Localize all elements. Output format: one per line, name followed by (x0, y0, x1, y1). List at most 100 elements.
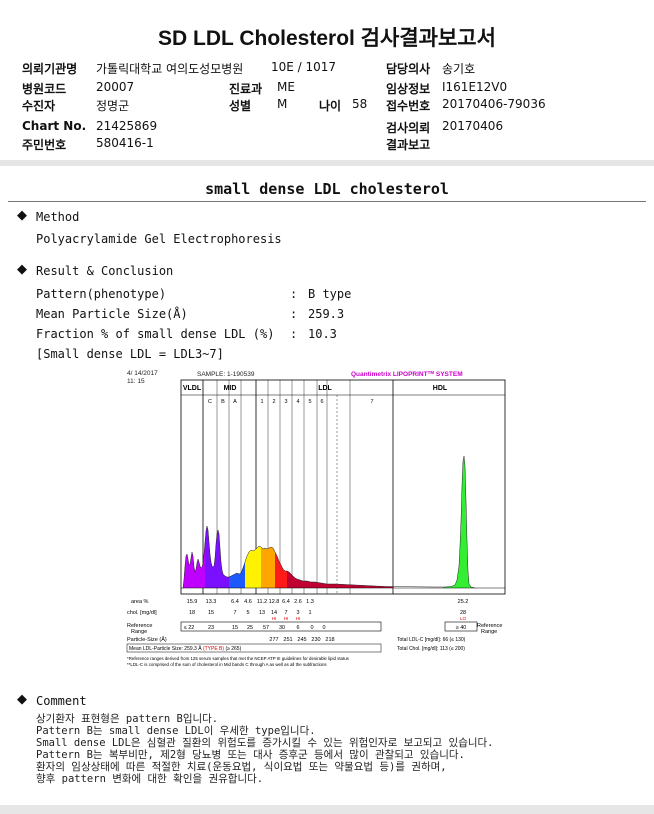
comment-bullet-icon: ◆ (17, 692, 27, 707)
lipoprint-chart: 4/ 14/2017 11: 15 SAMPLE: 1-190539 Quant… (125, 366, 513, 672)
clinical-value: I161E12V0 (442, 80, 508, 94)
ref-value: 15 (232, 625, 238, 631)
particle-value: 245 (297, 637, 306, 643)
hospital-code-label: 병원코드 (22, 82, 67, 96)
flag-value: LO (460, 616, 467, 621)
flag-value: HI (284, 616, 289, 621)
doctor-label: 담당의사 (386, 62, 431, 76)
doctor-value: 송기호 (442, 62, 476, 76)
request-label: 검사의뢰 (386, 121, 431, 135)
particle-label: Particle-Size (Å) (127, 636, 167, 643)
ref-value: 23 (208, 625, 214, 631)
ldl-band-label: 3 (284, 399, 287, 405)
ldl-band-label: 4 (296, 399, 299, 405)
ref-value: ≤ 22 (184, 625, 195, 631)
footer-bar (0, 805, 654, 814)
comment-line-5: 환자의 임상상태에 따른 적절한 치료(운동요법, 식이요법 또는 약물요법 등… (36, 761, 447, 773)
result-label-fraction: Fraction % of small dense LDL (%) (36, 327, 275, 341)
ref-value: 0 (322, 625, 325, 631)
chart-time: 11: 15 (127, 378, 145, 385)
chart-sample: SAMPLE: 1-190539 (197, 371, 255, 378)
chart-no-label: Chart No. (22, 119, 87, 133)
result-value-fraction: 10.3 (308, 327, 337, 341)
institution-value: 가톨릭대학교 여의도성모병원 (96, 62, 244, 76)
age-label: 나이 (319, 99, 342, 113)
comment-heading: Comment (36, 694, 87, 708)
section-title-underline (8, 201, 646, 202)
institution-label: 의뢰기관명 (22, 62, 78, 76)
footnote-2: **LDL-C is comprised of the sum of chole… (127, 662, 327, 667)
result-heading: Result & Conclusion (36, 264, 174, 278)
method-heading: Method (36, 210, 80, 224)
particle-value: 277 (269, 637, 278, 643)
dept-value: ME (277, 80, 295, 94)
result-colon: : (290, 327, 298, 341)
total-chol: Total Chol. [mg/dl]: 113 (≤ 200) (397, 646, 465, 652)
area-value: 12.8 (269, 599, 280, 605)
ldl-band-label: 1 (260, 399, 263, 405)
patient-value: 정명군 (96, 99, 130, 113)
mean-ldl-size: Mean LDL-Particle Size: 259.3 Å (TYPE B)… (129, 645, 242, 652)
flag-value: HI (272, 616, 277, 621)
request-value: 20170406 (442, 119, 504, 133)
area-value: 2.6 (294, 599, 302, 605)
ref-value: 30 (279, 625, 285, 631)
footnote-1: *Reference ranges derived from 125 serum… (127, 656, 350, 661)
dept-label: 진료과 (229, 82, 263, 96)
section-title: small dense LDL cholesterol (205, 180, 449, 198)
result-label-size: Mean Particle Size(Å) (36, 307, 188, 321)
clinical-label: 임상정보 (386, 82, 431, 96)
chart-no-value: 21425869 (96, 119, 158, 133)
mid-band-label: A (233, 399, 237, 405)
age-value: 58 (352, 97, 368, 111)
report-title: SD LDL Cholesterol 검사결과보고서 (158, 27, 496, 50)
result-value-pattern: B type (308, 287, 352, 301)
area-value: 11.2 (257, 599, 267, 605)
header-divider (0, 160, 654, 166)
receipt-label: 접수번호 (386, 99, 431, 113)
chol-label: chol. [mg/dl] (127, 610, 157, 616)
resident-label: 주민번호 (22, 138, 67, 152)
method-text: Polyacrylamide Gel Electrophoresis (36, 232, 282, 246)
band-group-ldl: LDL (318, 385, 332, 392)
area-value: 25.2 (458, 599, 469, 605)
ldl-band-label: 6 (320, 399, 323, 405)
band-group-hdl: HDL (433, 385, 448, 392)
ref-value: 0 (310, 625, 313, 631)
method-bullet-icon: ◆ (17, 208, 27, 223)
comment-line-2: Pattern B는 small dense LDL이 우세한 type입니다. (36, 725, 316, 737)
chol-value: 18 (189, 610, 195, 616)
chol-value: 5 (246, 610, 249, 616)
receipt-value: 20170406-79036 (442, 97, 546, 111)
ward-value: 10E / 1017 (271, 60, 337, 74)
chol-value: 15 (208, 610, 214, 616)
comment-line-1: 상기환자 표현형은 pattern B입니다. (36, 713, 219, 725)
area-value: 6.4 (231, 599, 239, 605)
result-label-pattern: Pattern(phenotype) (36, 287, 167, 301)
particle-value: 218 (325, 637, 334, 643)
area-value: 1.3 (306, 599, 314, 605)
band-group-vldl: VLDL (183, 385, 202, 392)
chart-date: 4/ 14/2017 (127, 370, 158, 377)
sex-label: 성별 (229, 99, 252, 113)
ref-value: 6 (296, 625, 299, 631)
band-group-mid: MID (224, 385, 237, 392)
ref-value: 25 (247, 625, 253, 631)
ref-value: ≥ 40 (456, 625, 467, 631)
chol-value: 7 (233, 610, 236, 616)
comment-line-6: 향후 pattern 변화에 대한 확인을 권유합니다. (36, 773, 264, 785)
ref-label: Range (131, 629, 147, 635)
chol-value: 13 (259, 610, 265, 616)
sex-value: M (277, 97, 288, 111)
result-colon: : (290, 307, 298, 321)
area-value: 4.6 (244, 599, 252, 605)
area-value: 13.3 (206, 599, 217, 605)
ldl-band-label: 2 (272, 399, 275, 405)
result-value-size: 259.3 (308, 307, 345, 321)
ref-value: 57 (263, 625, 269, 631)
mid-band-label: C (208, 399, 212, 405)
result-note: [Small dense LDL = LDL3~7] (36, 347, 224, 361)
comment-line-4: Pattern B는 복부비만, 제2형 당뇨병 또는 대사 증후군 등에서 많… (36, 749, 465, 761)
mid-band-label: B (221, 399, 225, 405)
particle-value: 251 (283, 637, 292, 643)
